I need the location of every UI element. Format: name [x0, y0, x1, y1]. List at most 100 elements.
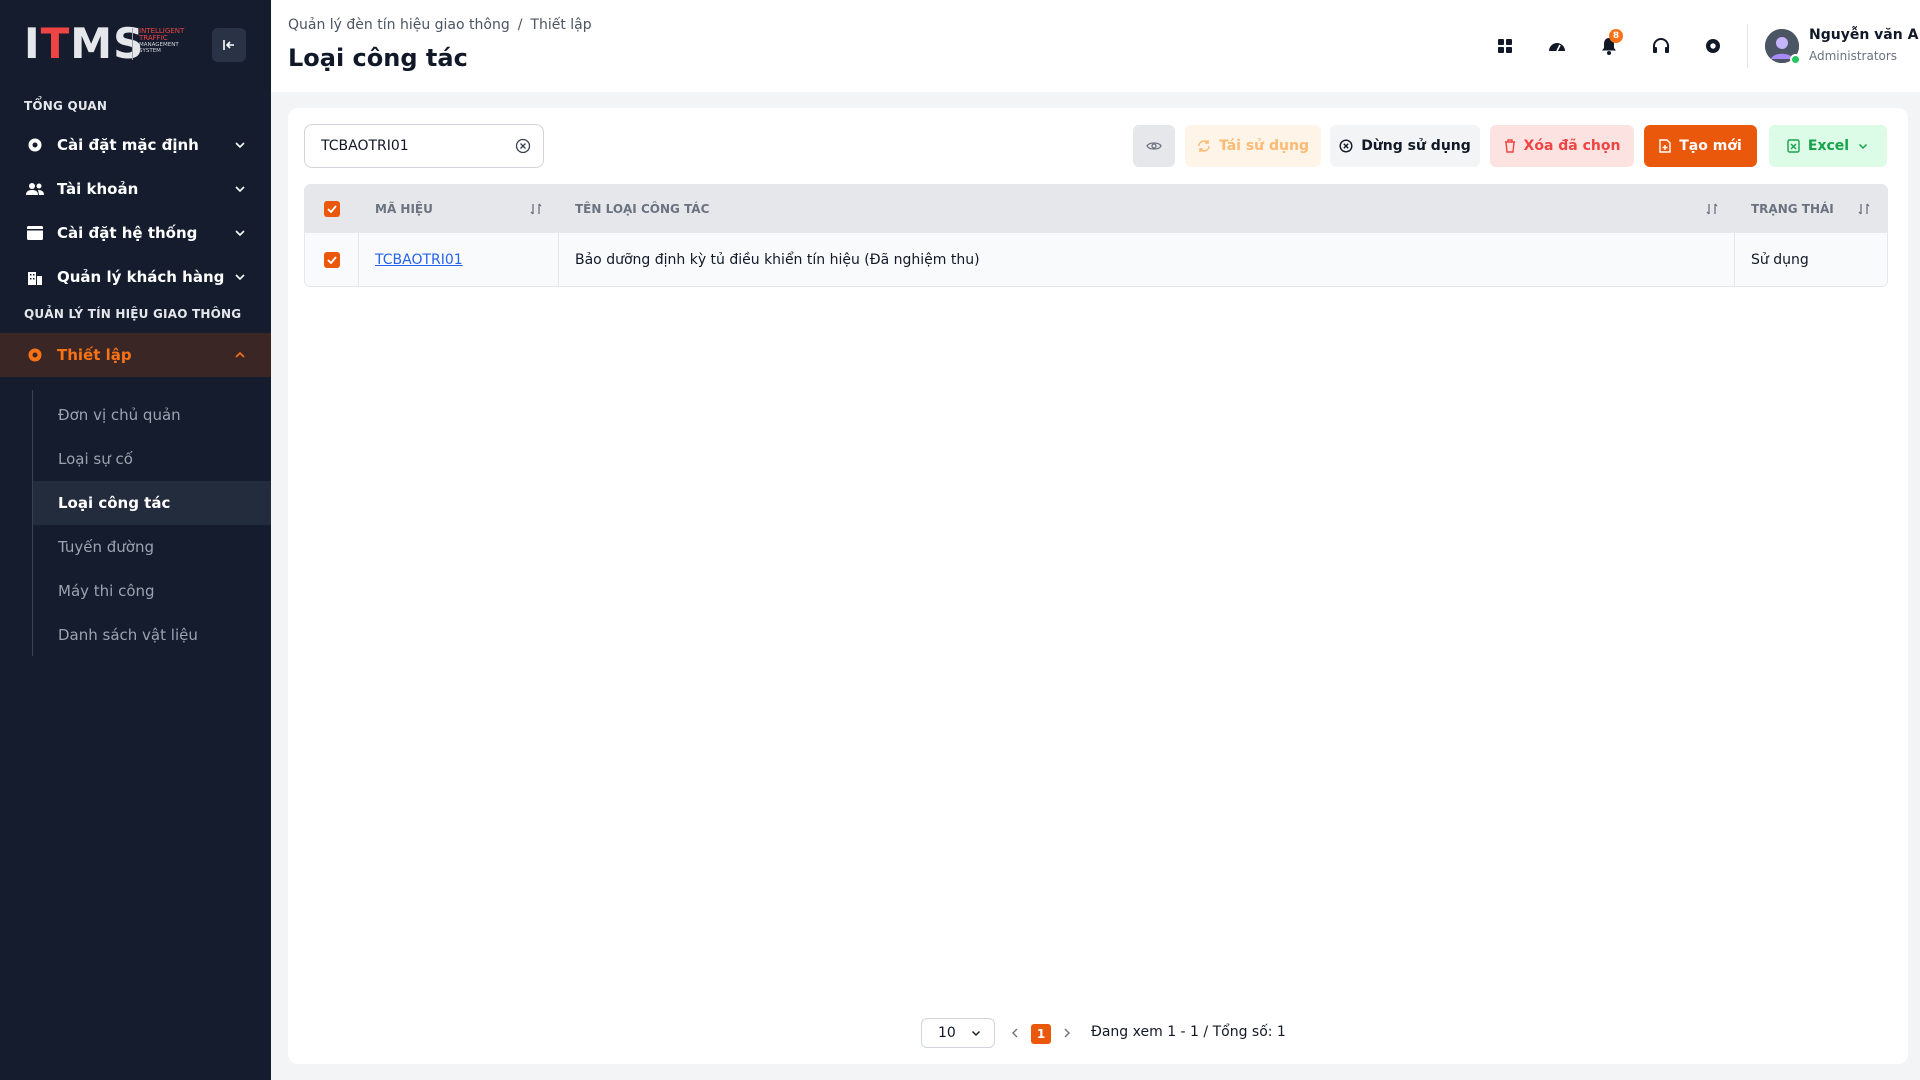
logo-divider [132, 28, 133, 60]
view-button[interactable] [1133, 125, 1175, 167]
users-icon [25, 179, 45, 199]
sidebar-item-setup[interactable]: Thiết lập [0, 333, 271, 377]
settings-button[interactable] [1697, 30, 1729, 62]
circle-x-icon [1339, 139, 1353, 153]
excel-export-button[interactable]: Excel [1769, 125, 1887, 167]
table-row[interactable]: TCBAOTRI01 Bảo dưỡng định kỳ tủ điều khi… [305, 233, 1887, 286]
support-button[interactable] [1645, 30, 1677, 62]
sidebar-subitem-incident-type[interactable]: Loại sự cố [33, 437, 271, 481]
column-header-label: MÃ HIỆU [375, 202, 433, 216]
logo-line4: SYSTEM [139, 48, 161, 54]
section-overview: TỔNG QUAN [24, 99, 108, 113]
check-icon [326, 255, 337, 264]
chevron-down-icon [235, 186, 245, 193]
column-header-label: TÊN LOẠI CÔNG TÁC [575, 202, 710, 216]
column-header-label: TRẠNG THÁI [1751, 202, 1834, 216]
breadcrumb: Quản lý đèn tín hiệu giao thông / Thiết … [288, 17, 592, 33]
pagination: 10 1 Đang xem 1 - 1 / Tổng số: 1 [288, 1018, 1908, 1048]
page-number-current[interactable]: 1 [1031, 1024, 1051, 1044]
notification-count-badge: 8 [1609, 29, 1623, 43]
breadcrumb-separator: / [517, 17, 523, 33]
stop-using-button[interactable]: Dừng sử dụng [1330, 125, 1480, 167]
file-plus-icon [1659, 139, 1671, 153]
search-box[interactable] [304, 124, 544, 168]
excel-button-label: Excel [1807, 138, 1850, 154]
sidebar-subitem-materials[interactable]: Danh sách vật liệu [33, 613, 271, 657]
cell-status: Sử dụng [1751, 251, 1809, 268]
sidebar-item-label: Quản lý khách hàng [57, 268, 225, 286]
column-header-name[interactable]: TÊN LOẠI CÔNG TÁC [559, 185, 1735, 233]
breadcrumb-current[interactable]: Thiết lập [530, 17, 591, 33]
header-checkbox-cell [305, 185, 359, 233]
search-input[interactable] [321, 138, 515, 154]
gear-icon [25, 135, 45, 155]
chevron-down-icon [1859, 143, 1868, 150]
chevron-down-icon [235, 142, 245, 149]
eye-icon [1146, 142, 1162, 150]
gear-icon [1706, 39, 1720, 53]
delete-selected-button[interactable]: Xóa đã chọn [1490, 125, 1634, 167]
collapse-sidebar-button[interactable] [212, 28, 246, 62]
notifications-button[interactable]: 8 [1593, 29, 1625, 62]
chevron-down-icon [235, 274, 245, 281]
sidebar-item-label: Cài đặt mặc định [57, 136, 199, 154]
create-button-label: Tạo mới [1679, 138, 1742, 154]
content-card: Tái sử dụng Dừng sử dụng Xóa đã chọn Tạo… [288, 108, 1908, 1064]
refresh-icon [1198, 140, 1210, 152]
user-role: Administrators [1809, 49, 1898, 63]
logo-subtitle: INTELLIGENT TRAFFIC MANAGEMENT SYSTEM [139, 28, 199, 55]
online-status-dot [1790, 54, 1801, 65]
clear-search-icon[interactable] [515, 138, 531, 154]
sidebar-item-label: Thiết lập [57, 346, 132, 364]
avatar[interactable] [1765, 29, 1801, 65]
breadcrumb-root[interactable]: Quản lý đèn tín hiệu giao thông [288, 17, 510, 33]
sidebar-item-accounts[interactable]: Tài khoản [0, 167, 271, 211]
sidebar-subitem-work-type[interactable]: Loại công tác [33, 481, 271, 525]
sidebar-item-customers[interactable]: Quản lý khách hàng [0, 255, 271, 299]
chevron-up-icon [235, 351, 245, 358]
window-icon [25, 223, 45, 243]
column-header-code[interactable]: MÃ HIỆU [359, 185, 559, 233]
header-divider [1747, 24, 1748, 68]
top-header: Quản lý đèn tín hiệu giao thông / Thiết … [271, 0, 1920, 92]
create-new-button[interactable]: Tạo mới [1644, 125, 1757, 167]
chevron-down-icon [235, 230, 245, 237]
sidebar-item-label: Cài đặt hệ thống [57, 224, 198, 242]
cell-code: TCBAOTRI01 [359, 233, 559, 286]
sort-icon[interactable] [1857, 202, 1871, 216]
sidebar-subitem-machines[interactable]: Máy thi công [33, 569, 271, 613]
sort-icon[interactable] [1705, 202, 1719, 216]
apps-grid-button[interactable] [1489, 30, 1521, 62]
reuse-button-label: Tái sử dụng [1218, 138, 1309, 154]
sidebar-subitem-routes[interactable]: Tuyến đường [33, 525, 271, 569]
sidebar-item-system-settings[interactable]: Cài đặt hệ thống [0, 211, 271, 255]
sidebar-item-label: Tài khoản [57, 180, 139, 198]
sidebar-subitem-owner-unit[interactable]: Đơn vị chủ quản [33, 393, 271, 437]
check-icon [327, 205, 337, 213]
column-header-status[interactable]: TRẠNG THÁI [1735, 185, 1887, 233]
apps-grid-icon [1498, 39, 1512, 53]
row-checkbox[interactable] [323, 251, 340, 268]
sidebar-item-default-settings[interactable]: Cài đặt mặc định [0, 123, 271, 167]
gear-icon [25, 345, 45, 365]
collapse-left-icon [223, 40, 234, 50]
next-page-icon[interactable] [1060, 1026, 1074, 1040]
spreadsheet-icon [1787, 139, 1800, 153]
page-size-value: 10 [938, 1025, 956, 1041]
page-title: Loại công tác [288, 44, 468, 72]
reuse-button[interactable]: Tái sử dụng [1185, 125, 1321, 167]
cell-name: Bảo dưỡng định kỳ tủ điều khiển tín hiệu… [559, 233, 1735, 286]
chevron-down-icon [971, 1031, 980, 1036]
page-size-select[interactable]: 10 [921, 1018, 995, 1048]
user-name[interactable]: Nguyễn văn A [1809, 27, 1918, 43]
headset-icon [1653, 38, 1669, 53]
prev-page-icon[interactable] [1008, 1026, 1022, 1040]
code-link[interactable]: TCBAOTRI01 [375, 252, 463, 268]
data-table: MÃ HIỆU TÊN LOẠI CÔNG TÁC TRẠNG THÁI TCB… [304, 184, 1888, 287]
delete-button-label: Xóa đã chọn [1523, 138, 1621, 154]
select-all-checkbox[interactable] [324, 201, 340, 217]
sort-icon[interactable] [529, 202, 543, 216]
speedometer-icon [1549, 43, 1565, 52]
stop-button-label: Dừng sử dụng [1361, 138, 1471, 154]
dashboard-button[interactable] [1541, 30, 1573, 62]
